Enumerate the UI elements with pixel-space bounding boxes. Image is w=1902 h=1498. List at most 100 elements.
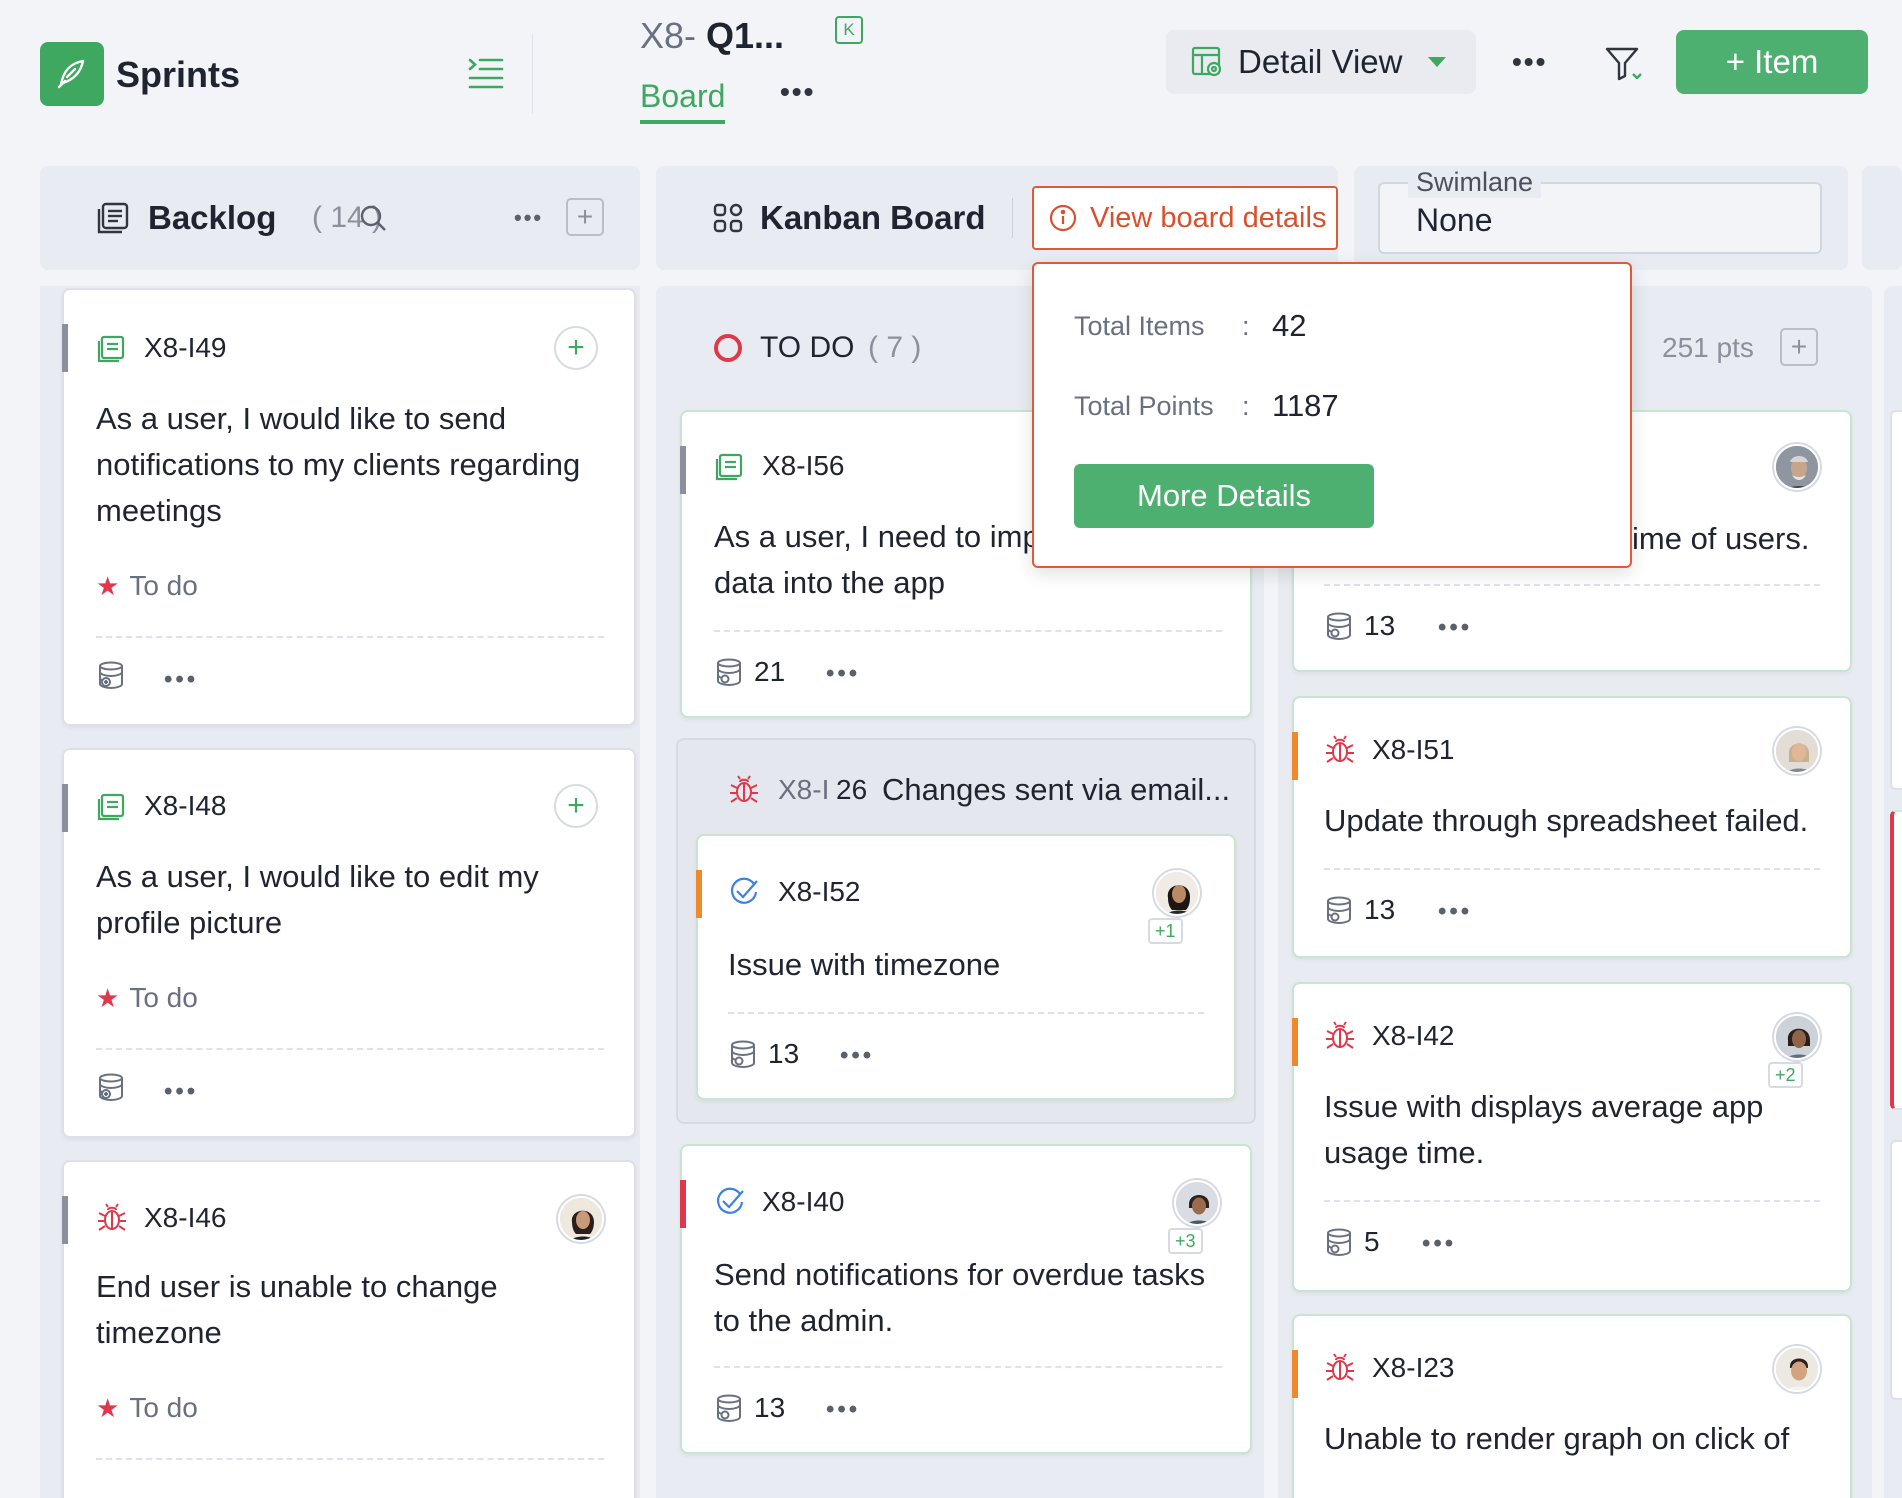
card-id[interactable]: X8-I52	[778, 874, 861, 910]
app-logo[interactable]	[40, 42, 104, 106]
card-more-button[interactable]: •••	[164, 668, 198, 692]
card-priority-bar	[62, 324, 68, 372]
group-id-prefix[interactable]: X8-I	[778, 772, 829, 808]
card-points[interactable]: 13	[1324, 608, 1395, 644]
card-status[interactable]: ★ To do	[96, 1390, 198, 1426]
kanban-title: Kanban Board	[760, 199, 986, 236]
points-icon	[717, 658, 741, 687]
points-icon	[1327, 612, 1351, 641]
card-title-line: ime of users.	[1632, 521, 1810, 556]
search-icon	[360, 205, 386, 231]
group-id-number[interactable]: 26	[836, 772, 867, 808]
assignee-avatar[interactable]	[1774, 1346, 1820, 1392]
backlog-icon	[97, 202, 129, 234]
story-icon-wrap	[714, 452, 744, 482]
next-header-partial	[1862, 166, 1902, 270]
project-name[interactable]: Q1...	[706, 12, 784, 60]
card-points[interactable]: 13	[714, 1390, 785, 1426]
points-icon	[99, 661, 123, 690]
task-icon	[716, 1187, 744, 1214]
star-icon: ★	[96, 571, 120, 601]
collapse-sidebar-button[interactable]	[468, 56, 504, 90]
assignee-avatar[interactable]	[558, 1196, 604, 1242]
card-more-button[interactable]: •••	[1438, 900, 1472, 924]
card-points[interactable]	[96, 660, 126, 690]
card-id[interactable]: X8-I48	[144, 788, 227, 824]
card-id[interactable]: X8-I40	[762, 1184, 845, 1220]
avatar-image	[1776, 446, 1818, 488]
card-add-button[interactable]: +	[554, 784, 598, 828]
extra-assignees[interactable]: +2	[1768, 1062, 1803, 1088]
card-more-button[interactable]: •••	[1438, 616, 1472, 640]
card-more-button[interactable]: •••	[826, 662, 860, 686]
card-id[interactable]: X8-I49	[144, 330, 227, 366]
card-more-button[interactable]: •••	[840, 1044, 874, 1068]
more-details-button[interactable]: More Details	[1074, 464, 1374, 528]
extra-assignees[interactable]: +1	[1148, 918, 1183, 944]
card-points[interactable]: 13	[728, 1036, 799, 1072]
todo-card[interactable]: X8-I42 +2 Issue with displays average ap…	[1292, 982, 1852, 1292]
todo-title: TO DO	[760, 331, 855, 364]
board-details-popover: Total Items : 42 Total Points : 1187 Mor…	[1032, 262, 1632, 568]
todo-card[interactable]: X8-I40 +3 Send notifications for overdue…	[680, 1144, 1252, 1454]
backlog-card[interactable]: X8-I49 + As a user, I would like to send…	[62, 288, 636, 726]
bug-icon	[1326, 1353, 1354, 1381]
extra-assignees[interactable]: +3	[1168, 1228, 1203, 1254]
filter-button[interactable]	[1604, 44, 1644, 84]
backlog-more-button[interactable]: •••	[514, 166, 543, 270]
view-board-details-button[interactable]: View board details	[1032, 186, 1338, 250]
todo-card[interactable]: X8-I51 Update through spreadsheet failed…	[1292, 696, 1852, 958]
card-title-line: timezone	[96, 1315, 222, 1350]
backlog-card[interactable]: X8-I48 + As a user, I would like to edit…	[62, 748, 636, 1138]
assignee-avatar[interactable]	[1774, 728, 1820, 774]
card-id[interactable]: X8-I46	[144, 1200, 227, 1236]
card-title-line: Send notifications for overdue tasks	[714, 1257, 1206, 1292]
card-id[interactable]: X8-I51	[1372, 732, 1455, 768]
card-points[interactable]: 13	[1324, 892, 1395, 928]
card-status[interactable]: ★ To do	[96, 568, 198, 604]
card-status[interactable]: ★ To do	[96, 980, 198, 1016]
card-status-label: To do	[129, 1392, 198, 1423]
project-more-button[interactable]: •••	[780, 78, 815, 106]
card-priority-bar	[1292, 1018, 1298, 1066]
todo-add-button[interactable]: +	[1780, 328, 1818, 366]
card-more-button[interactable]: •••	[1422, 1232, 1456, 1256]
points-icon	[99, 1073, 123, 1102]
card-points-value: 21	[754, 656, 786, 687]
backlog-card[interactable]: X8-I46 End user is unable to change time…	[62, 1160, 636, 1498]
card-add-button[interactable]: +	[554, 326, 598, 370]
backlog-search-button[interactable]	[358, 166, 388, 270]
total-items-colon: :	[1242, 311, 1250, 341]
card-more-button[interactable]: •••	[164, 1080, 198, 1104]
chevron-down-icon	[1428, 57, 1447, 67]
card-title-line: usage time.	[1324, 1135, 1485, 1170]
card-priority-bar	[62, 1196, 68, 1244]
card-divider	[96, 1458, 604, 1460]
tab-board[interactable]: Board	[640, 76, 726, 124]
card-id[interactable]: X8-I23	[1372, 1350, 1455, 1386]
card-more-button[interactable]: •••	[826, 1398, 860, 1422]
toolbar-more-button[interactable]: •••	[1512, 48, 1547, 76]
assignee-avatar[interactable]	[1774, 444, 1820, 490]
card-priority-bar	[1292, 732, 1298, 780]
quill-icon	[57, 59, 85, 89]
task-icon-wrap	[728, 876, 760, 908]
assignee-avatar[interactable]	[1174, 1180, 1220, 1226]
bug-icon-wrap	[96, 1202, 128, 1234]
card-points[interactable]	[96, 1072, 126, 1102]
card-title-line: meetings	[96, 493, 222, 528]
filter-icon	[1605, 47, 1642, 81]
add-item-button[interactable]: + Item	[1676, 30, 1868, 94]
assignee-avatar[interactable]	[1774, 1014, 1820, 1060]
assignee-avatar[interactable]	[1154, 870, 1200, 916]
backlog-add-button[interactable]: +	[566, 198, 604, 236]
card-points[interactable]: 21	[714, 654, 785, 690]
card-id[interactable]: X8-I42	[1372, 1018, 1455, 1054]
todo-card[interactable]: X8-I23 Unable to render graph on click o…	[1292, 1314, 1852, 1498]
card-id[interactable]: X8-I56	[762, 448, 845, 484]
card-points[interactable]: 5	[1324, 1224, 1380, 1260]
bug-icon	[730, 775, 758, 803]
card-title-line: Update through spreadsheet failed.	[1324, 803, 1809, 838]
todo-card[interactable]: X8-I52 +1 Issue with timezone 13 •••	[696, 834, 1236, 1100]
view-selector[interactable]: Detail View	[1166, 30, 1476, 94]
